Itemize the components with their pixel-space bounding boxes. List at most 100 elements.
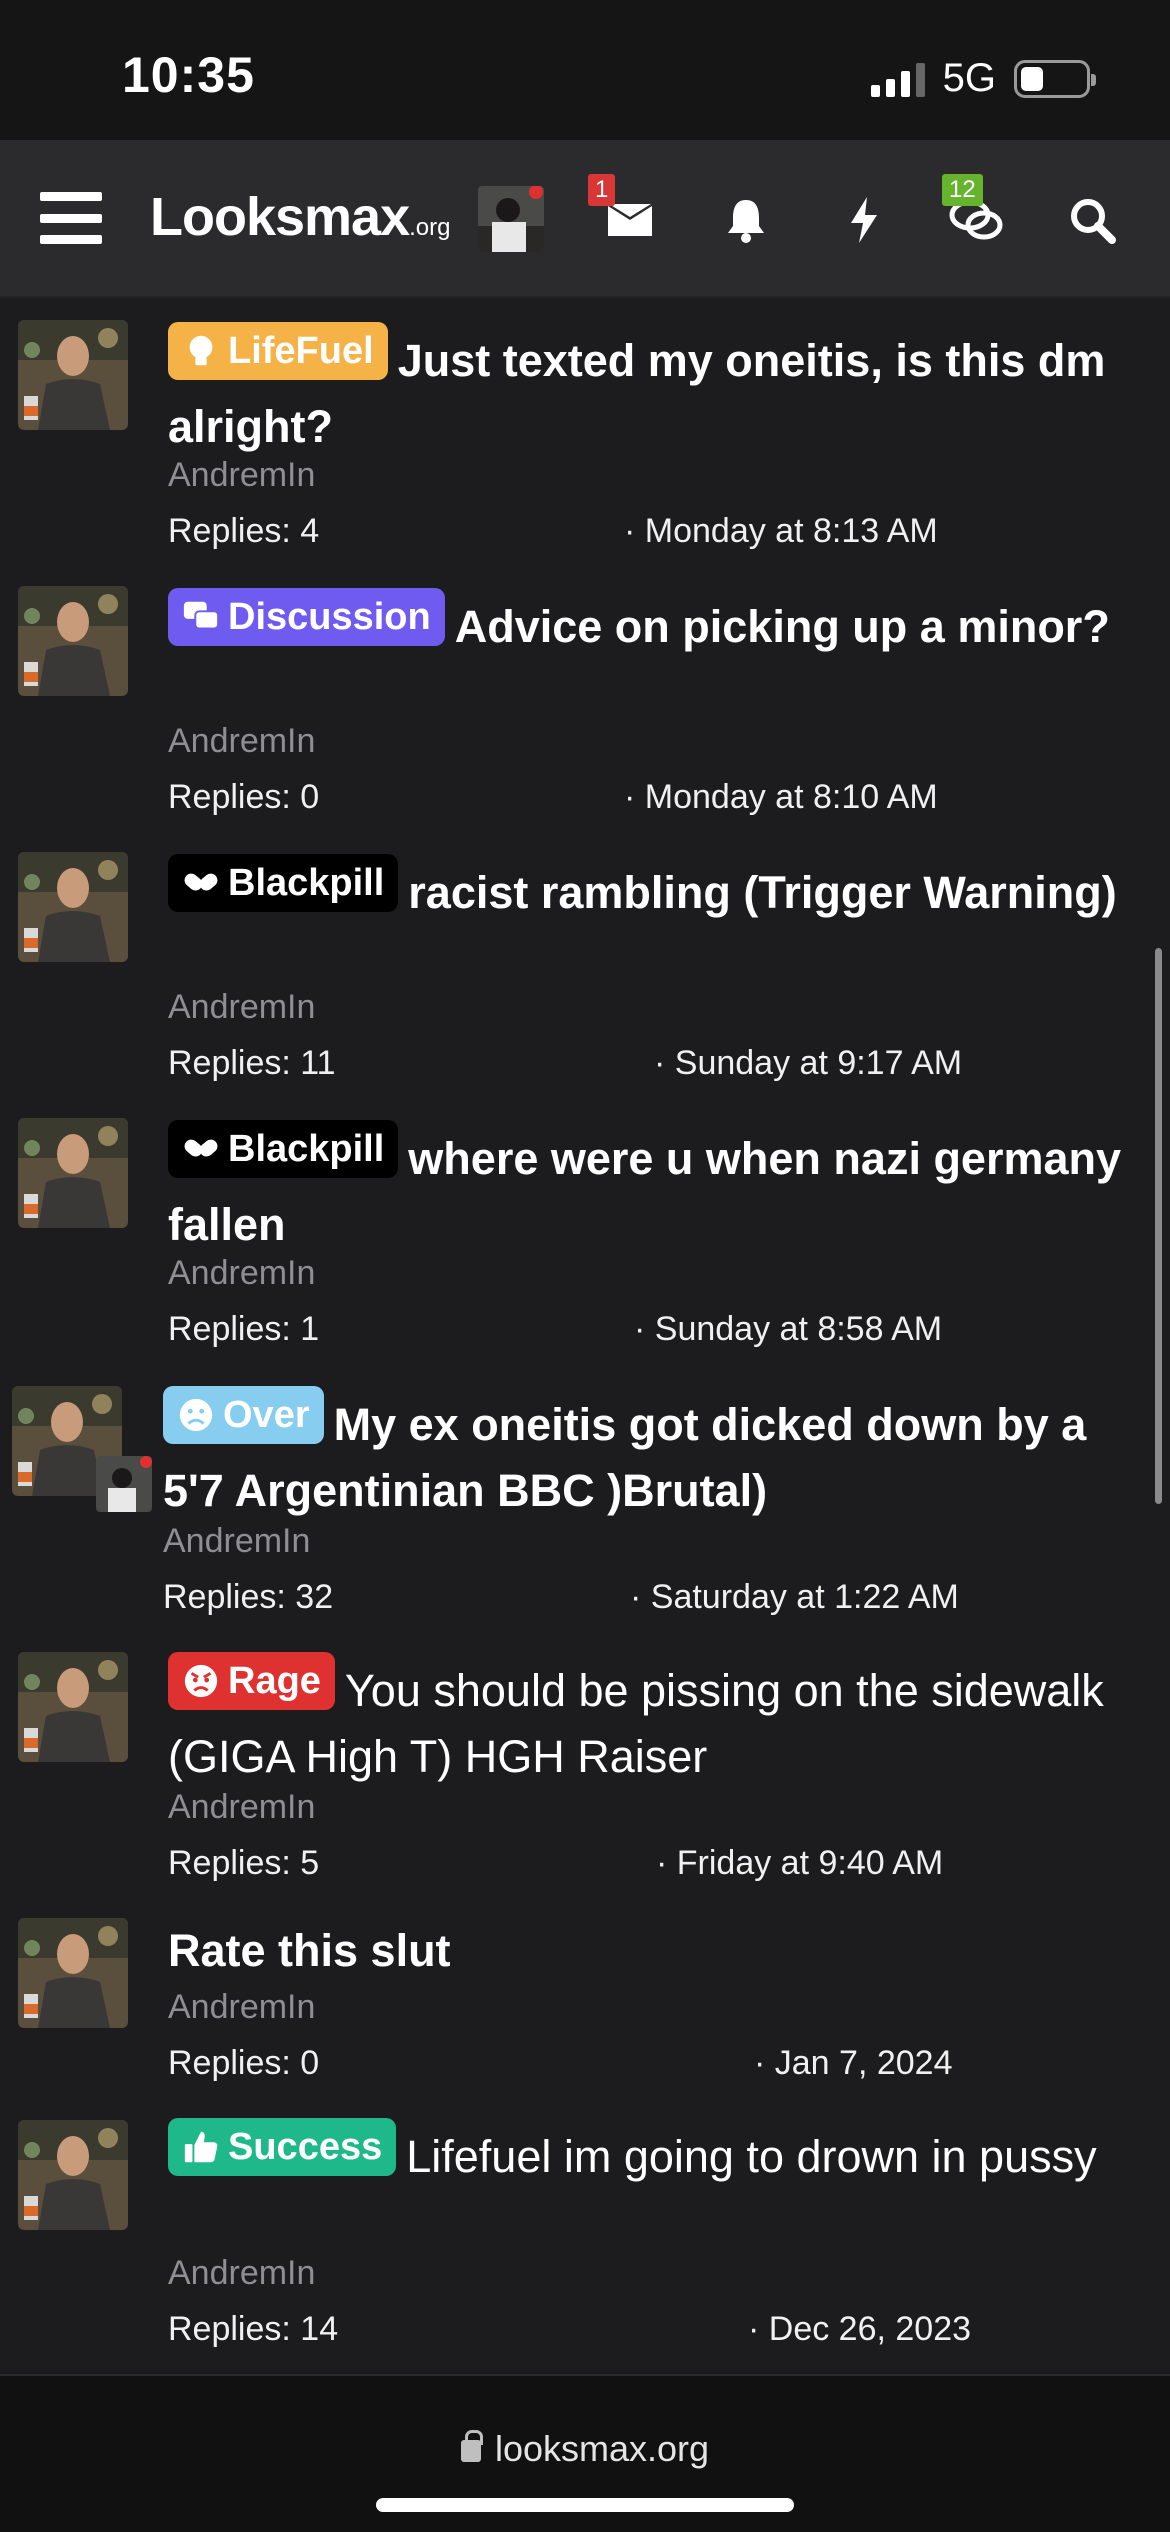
thread-row[interactable]: Discussion Advice on picking up a minor?… [0,566,1170,832]
sad-face-icon [179,1398,213,1432]
author-avatar[interactable] [18,1918,128,2028]
author-avatar[interactable] [18,320,128,430]
thread-row[interactable]: Success Lifefuel im going to drown in pu… [0,2098,1170,2374]
prefix-label[interactable]: LifeFuel [168,322,388,380]
prefix-text: Success [228,2126,383,2168]
thread-title-line[interactable]: LifeFuel Just texted my oneitis, is this… [168,322,1128,460]
thread-title-line[interactable]: Over My ex oneitis got dicked down by a … [163,1386,1143,1524]
reply-count: Replies: 1 [168,1310,320,1348]
thread-row[interactable]: Rate this slut AndremIn Replies: 0 · Jan… [0,1898,1170,2098]
thread-date[interactable]: · Saturday at 1:22 AM [630,1578,959,1617]
thread-title[interactable]: Rate this slut [168,1925,451,1976]
scrollbar[interactable] [1155,948,1162,1504]
thread-title-line[interactable]: Rage You should be pissing on the sidewa… [168,1652,1128,1790]
thread-title[interactable]: racist rambling (Trigger Warning) [408,867,1116,918]
prefix-text: Over [223,1394,310,1436]
prefix-label[interactable]: Blackpill [168,1120,399,1178]
prefix-text: LifeFuel [228,330,374,372]
whats-new-button[interactable] [834,190,894,250]
prefix-text: Blackpill [228,1128,385,1170]
chat-bubbles-icon [183,601,220,630]
thread-row[interactable]: Rage You should be pissing on the sidewa… [0,1632,1170,1898]
thread-date[interactable]: · Monday at 8:13 AM [624,512,938,551]
site-logo[interactable]: Looksmax.org [150,186,450,248]
prefix-text: Rage [228,1660,321,1702]
user-avatar[interactable] [478,186,544,252]
thumbs-up-icon [184,2131,218,2163]
url-text: looksmax.org [494,2428,710,2469]
logo-text: Looksmax [150,187,410,247]
pills-icon [184,1139,218,1157]
bulb-icon [189,335,213,366]
prefix-text: Discussion [228,596,431,638]
thread-date[interactable]: · Sunday at 8:58 AM [634,1310,942,1349]
bell-icon [728,200,764,243]
author-avatar[interactable] [18,1118,128,1228]
search-button[interactable] [1062,190,1122,250]
reply-count: Replies: 11 [168,1044,336,1082]
prefix-label[interactable]: Over [163,1386,324,1444]
thread-author[interactable]: AndremIn [168,2254,315,2293]
thread-title[interactable]: Advice on picking up a minor? [455,601,1110,652]
reply-count: Replies: 14 [168,2310,339,2348]
thread-date[interactable]: · Friday at 9:40 AM [656,1844,943,1883]
reply-count: Replies: 0 [168,2044,320,2082]
logo-suffix: .org [409,214,451,241]
thread-date[interactable]: · Monday at 8:10 AM [624,778,938,817]
site-navbar: Looksmax.org 1 12 [0,140,1170,298]
thread-author[interactable]: AndremIn [168,1988,315,2027]
thread-author[interactable]: AndremIn [168,988,315,1027]
thread-title-line[interactable]: Blackpill racist rambling (Trigger Warni… [168,854,1128,926]
prefix-label[interactable]: Blackpill [168,854,399,912]
thread-date[interactable]: · Jan 7, 2024 [754,2044,952,2083]
thread-row[interactable]: LifeFuel Just texted my oneitis, is this… [0,298,1170,566]
thread-author[interactable]: AndremIn [168,722,315,761]
author-avatar[interactable] [18,586,128,696]
envelope-icon [608,204,652,236]
battery-icon [1014,59,1096,98]
conversations-button[interactable]: 12 [942,174,1006,250]
thread-title-line[interactable]: Rate this slut [168,1918,1128,1984]
thread-title-line[interactable]: Blackpill where were u when nazi germany… [168,1120,1128,1258]
reply-count: Replies: 32 [163,1578,334,1616]
reply-count: Replies: 5 [168,1844,320,1882]
author-avatar[interactable] [18,1652,128,1762]
browser-address-bar[interactable]: looksmax.org [0,2374,1170,2532]
thread-row[interactable]: Over My ex oneitis got dicked down by a … [0,1364,1170,1632]
signal-icon [870,61,925,97]
angry-face-icon [184,1664,218,1698]
thread-title[interactable]: Lifefuel im going to drown in pussy [406,2131,1096,2182]
alerts-button[interactable] [716,190,776,250]
thread-title-line[interactable]: Success Lifefuel im going to drown in pu… [168,2118,1128,2190]
status-time: 10:35 [122,47,255,103]
inbox-badge: 1 [588,174,616,206]
status-bar: 10:35 5G [0,0,1170,140]
thread-author[interactable]: AndremIn [168,1788,315,1827]
lightning-icon [851,197,877,243]
reply-count: Replies: 0 [168,778,320,816]
pills-icon [184,873,218,891]
thread-author[interactable]: AndremIn [168,1254,315,1293]
thread-date[interactable]: · Sunday at 9:17 AM [654,1044,962,1083]
author-avatar[interactable] [18,852,128,962]
lock-icon [460,2430,483,2462]
prefix-label[interactable]: Success [168,2118,397,2176]
conversations-badge: 12 [942,174,983,206]
thread-author[interactable]: AndremIn [168,456,315,495]
inbox-button[interactable]: 1 [588,174,660,250]
thread-author[interactable]: AndremIn [163,1522,310,1561]
home-indicator[interactable] [376,2498,794,2512]
thread-date[interactable]: · Dec 26, 2023 [748,2310,971,2349]
thread-row[interactable]: Blackpill racist rambling (Trigger Warni… [0,832,1170,1098]
last-poster-avatar[interactable] [96,1456,152,1512]
prefix-text: Blackpill [228,862,385,904]
status-indicators: 5G [870,56,1096,101]
prefix-label[interactable]: Rage [168,1652,335,1710]
url-display[interactable]: looksmax.org [0,2428,1170,2470]
thread-row[interactable]: Blackpill where were u when nazi germany… [0,1098,1170,1364]
thread-title-line[interactable]: Discussion Advice on picking up a minor? [168,588,1128,660]
search-icon [1071,199,1116,244]
author-avatar[interactable] [18,2120,128,2230]
menu-icon[interactable] [40,192,102,244]
prefix-label[interactable]: Discussion [168,588,445,646]
